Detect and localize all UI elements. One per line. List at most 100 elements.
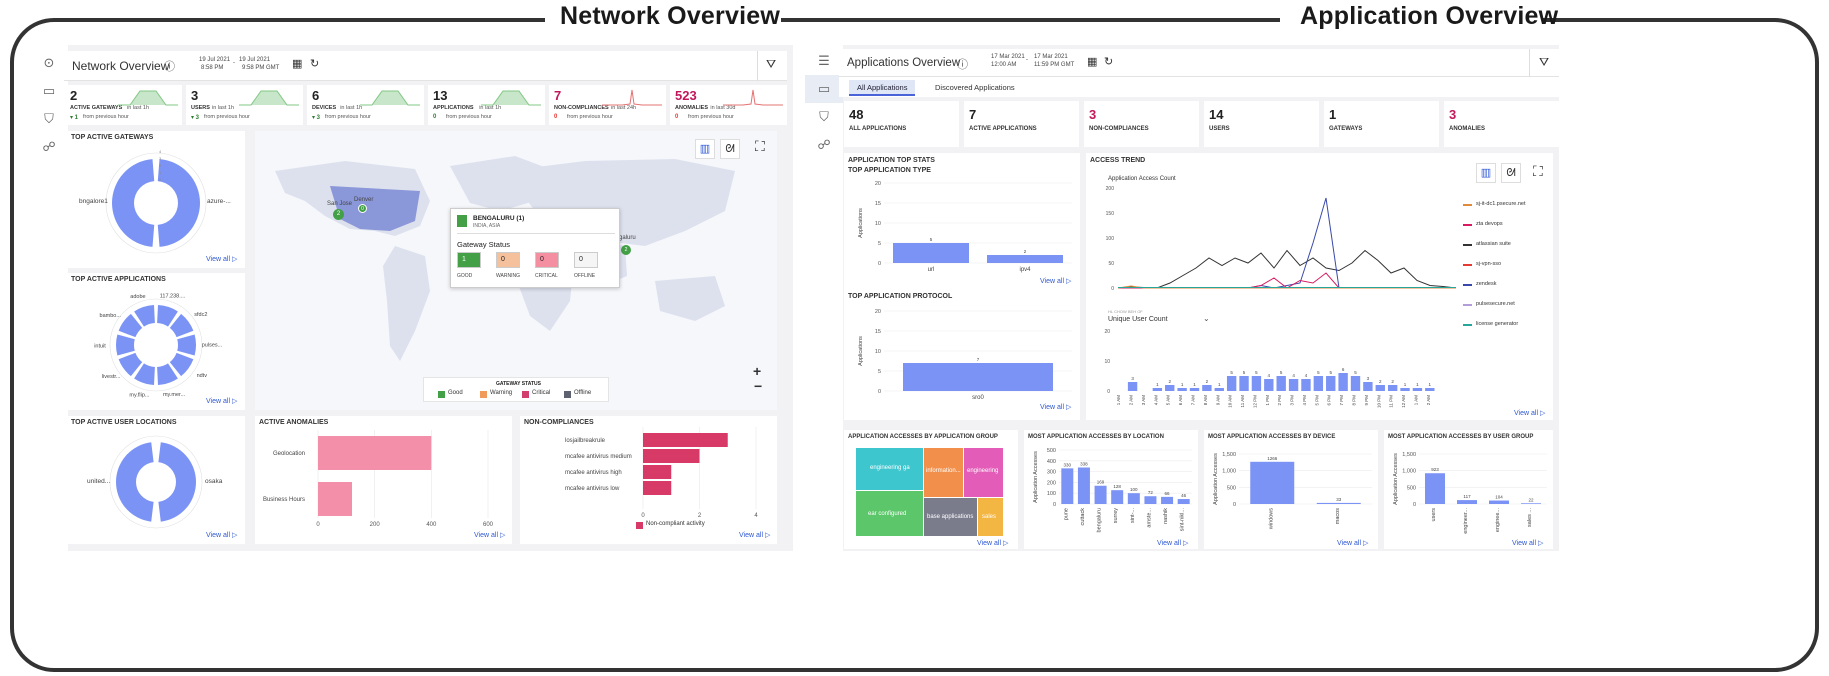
trend-line[interactable]: [1117, 249, 1457, 289]
filter-icon[interactable]: ⛛: [1539, 55, 1549, 70]
bar[interactable]: [1400, 388, 1410, 391]
bar[interactable]: [1350, 376, 1361, 391]
treemap-tile[interactable]: ear configured: [856, 491, 923, 536]
gateways-view-all-link[interactable]: View all ▷: [206, 255, 237, 263]
bar[interactable]: [1375, 385, 1385, 391]
map-marker[interactable]: 2: [621, 245, 631, 255]
apps-view-all-link[interactable]: View all ▷: [206, 397, 237, 405]
bar[interactable]: [1094, 485, 1107, 504]
bar[interactable]: [643, 433, 728, 447]
radial-bar[interactable]: [157, 159, 201, 247]
tab-all-applications[interactable]: All Applications: [849, 80, 916, 96]
radial-bar[interactable]: [111, 159, 155, 247]
bar[interactable]: [1521, 503, 1541, 504]
bar[interactable]: [1457, 500, 1477, 504]
bar[interactable]: [1251, 376, 1262, 391]
bar[interactable]: [318, 482, 352, 516]
protocol-view-all-link[interactable]: View all ▷: [1040, 403, 1071, 411]
bar[interactable]: [1326, 376, 1336, 391]
bar[interactable]: [1061, 468, 1074, 504]
stat-card[interactable]: 3 ANOMALIES: [1444, 101, 1559, 147]
filter-icon[interactable]: ⛛: [766, 57, 776, 72]
trend-line[interactable]: [1118, 197, 1456, 289]
zoom-in-button[interactable]: +: [753, 363, 761, 379]
route-icon[interactable]: ᘛ: [720, 139, 740, 159]
zoom-out-button[interactable]: −: [754, 378, 762, 394]
bar[interactable]: [1202, 385, 1212, 391]
bar[interactable]: [1338, 373, 1348, 391]
map-marker[interactable]: 0: [358, 204, 367, 213]
bar[interactable]: [1276, 376, 1286, 391]
device-view-all-link[interactable]: View all ▷: [1337, 539, 1368, 547]
shield-icon[interactable]: ⛉: [30, 105, 68, 133]
map-marker[interactable]: 2: [333, 209, 344, 220]
bar[interactable]: [643, 449, 700, 463]
bar[interactable]: [1165, 385, 1175, 391]
location-view-all-link[interactable]: View all ▷: [1157, 539, 1188, 547]
usergroup-view-all-link[interactable]: View all ▷: [1512, 539, 1543, 547]
stat-card[interactable]: 3 USERS in last 1h ▾ 3 from previous hour: [186, 85, 303, 125]
calendar-icon[interactable]: ▦: [292, 57, 302, 70]
metric-select[interactable]: Unique User Count: [1108, 316, 1168, 323]
treemap-tile[interactable]: engineering: [964, 448, 1003, 497]
bar[interactable]: [903, 363, 1053, 391]
locations-view-all-link[interactable]: View all ▷: [206, 531, 237, 539]
group-view-all-link[interactable]: View all ▷: [977, 539, 1008, 547]
monitor-icon[interactable]: ▭: [805, 75, 843, 103]
bar[interactable]: [987, 255, 1063, 263]
menu-icon[interactable]: ☰: [805, 47, 843, 75]
bar[interactable]: [1301, 379, 1311, 391]
bar[interactable]: [1152, 388, 1163, 391]
radial-bar[interactable]: [177, 334, 196, 356]
bar[interactable]: [1387, 385, 1398, 391]
stat-card[interactable]: 7 ACTIVE APPLICATIONS: [964, 101, 1079, 147]
fullscreen-icon[interactable]: ⛶: [755, 138, 765, 155]
bar[interactable]: [1226, 376, 1237, 391]
bar[interactable]: [643, 481, 672, 495]
bar[interactable]: [1489, 500, 1509, 504]
stat-card[interactable]: 14 USERS: [1204, 101, 1319, 147]
stat-card[interactable]: 6 DEVICES in last 1h ▾ 3 from previous hour: [307, 85, 424, 125]
stat-card[interactable]: 2 ACTIVE GATEWAYS in last 1h ▾ 1 from previo…: [65, 85, 182, 125]
date-to[interactable]: 19 Jul 2021: [239, 57, 270, 63]
bar[interactable]: [1127, 493, 1140, 504]
date-to[interactable]: 17 Mar 2021: [1034, 54, 1068, 60]
bar[interactable]: [1189, 388, 1200, 391]
radial-bar[interactable]: [158, 442, 196, 522]
bar[interactable]: [1425, 388, 1435, 391]
users-icon[interactable]: ☍: [805, 131, 843, 159]
tab-discovered-applications[interactable]: Discovered Applications: [927, 80, 1023, 96]
monitor-icon[interactable]: ▭: [30, 77, 68, 105]
bar[interactable]: [1363, 382, 1373, 391]
treemap-tile[interactable]: sales: [978, 498, 1003, 536]
radial-bar[interactable]: [116, 334, 135, 356]
anomalies-view-all-link[interactable]: View all ▷: [474, 531, 505, 539]
treemap-tile[interactable]: engineering ga: [856, 448, 923, 490]
bar[interactable]: [1111, 490, 1124, 504]
stat-card[interactable]: 7 NON-COMPLIANCES in last 24h 0 from previou…: [549, 85, 666, 125]
calendar-icon[interactable]: ▦: [1087, 55, 1097, 68]
refresh-icon[interactable]: ↻: [310, 57, 319, 70]
treemap-tile[interactable]: base applications: [924, 498, 977, 536]
stat-card[interactable]: 1 GATEWAYS: [1324, 101, 1439, 147]
users-icon[interactable]: ☍: [30, 133, 68, 161]
bar[interactable]: [1077, 467, 1090, 504]
stat-card[interactable]: 48 ALL APPLICATIONS: [844, 101, 959, 147]
bar[interactable]: [1313, 376, 1324, 391]
treemap-tile[interactable]: information...: [924, 448, 963, 497]
map-view-icon[interactable]: ▥: [695, 139, 715, 159]
stat-card[interactable]: 3 NON-COMPLIANCES: [1084, 101, 1199, 147]
bar[interactable]: [318, 436, 432, 470]
expand-icon[interactable]: ⊙: [30, 49, 68, 77]
info-icon[interactable]: ⓘ: [164, 58, 175, 74]
bar[interactable]: [643, 465, 672, 479]
noncomp-view-all-link[interactable]: View all ▷: [739, 531, 770, 539]
bar[interactable]: [1127, 382, 1138, 391]
date-from[interactable]: 19 Jul 2021: [199, 57, 230, 63]
bar[interactable]: [1177, 499, 1190, 504]
type-view-all-link[interactable]: View all ▷: [1040, 277, 1071, 285]
bar[interactable]: [1214, 388, 1224, 391]
bar[interactable]: [1412, 388, 1423, 391]
bar[interactable]: [1250, 461, 1295, 504]
bar[interactable]: [1239, 376, 1249, 391]
